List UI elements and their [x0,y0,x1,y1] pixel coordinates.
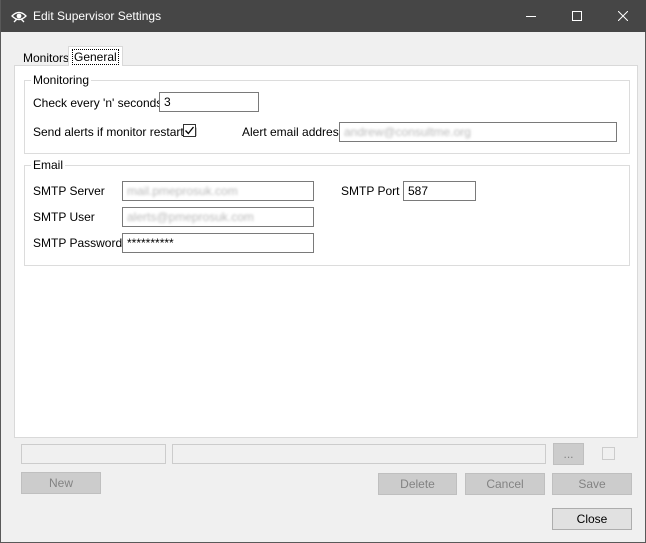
tab-monitors-label: Monitors [23,51,70,65]
new-button[interactable]: New [21,472,101,494]
check-every-value: 3 [164,95,171,109]
browse-button[interactable]: ... [553,443,584,465]
smtp-port-label: SMTP Port [341,184,400,198]
smtp-password-value: ********** [127,236,174,250]
smtp-port-input[interactable]: 587 [403,181,476,201]
send-alerts-checkbox[interactable] [183,124,196,137]
check-every-label: Check every 'n' seconds [33,96,163,110]
monitor-path-field [172,444,546,464]
minimize-button[interactable] [508,0,554,32]
close-icon [618,11,628,21]
smtp-server-input[interactable]: mail.pmeprosuk.com [122,181,314,201]
monitor-name-field [21,444,166,464]
alert-email-input[interactable]: andrew@consultme.org [339,122,617,142]
tab-general-label: General [72,49,119,65]
send-alerts-label: Send alerts if monitor restarted [33,125,198,139]
smtp-password-label: SMTP Password [33,236,123,250]
edit-supervisor-settings-window: Edit Supervisor Settings Monitors Genera… [0,0,646,543]
check-every-input[interactable]: 3 [159,92,259,112]
delete-button[interactable]: Delete [378,473,457,495]
smtp-password-input[interactable]: ********** [122,233,314,253]
alert-email-value: andrew@consultme.org [344,125,471,139]
monitoring-group-label: Monitoring [31,73,92,87]
smtp-user-input[interactable]: alerts@pmeprosuk.com [122,207,314,227]
save-button[interactable]: Save [552,473,632,495]
minimize-icon [526,11,536,21]
monitoring-group: Monitoring [24,73,630,154]
cancel-button[interactable]: Cancel [465,473,545,495]
tab-monitors[interactable]: Monitors [19,48,73,65]
maximize-button[interactable] [554,0,600,32]
maximize-icon [572,11,582,21]
eye-settings-icon [10,7,28,25]
tab-general[interactable]: General [68,46,123,66]
smtp-server-value: mail.pmeprosuk.com [127,184,238,198]
alert-email-label: Alert email address [242,125,345,139]
close-window-button[interactable] [600,0,646,32]
email-group: Email [24,158,630,266]
email-group-label: Email [31,158,66,172]
enabled-checkbox[interactable] [602,447,615,460]
smtp-server-label: SMTP Server [33,184,105,198]
close-button[interactable]: Close [552,508,632,530]
window-title: Edit Supervisor Settings [33,9,162,23]
smtp-user-label: SMTP User [33,210,95,224]
general-tab-panel: Monitoring Check every 'n' seconds 3 Sen… [14,65,638,438]
smtp-port-value: 587 [408,184,429,198]
smtp-user-value: alerts@pmeprosuk.com [127,210,254,224]
title-bar[interactable]: Edit Supervisor Settings [1,0,646,32]
